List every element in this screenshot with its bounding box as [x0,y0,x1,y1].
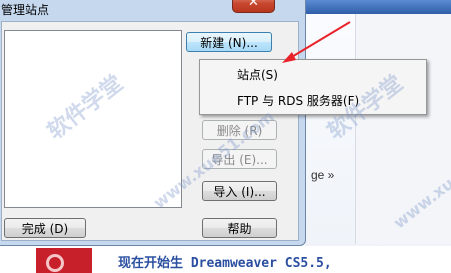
arrow-head-icon [282,52,296,63]
annotation-arrow [282,21,351,63]
arrow-line [289,21,351,59]
